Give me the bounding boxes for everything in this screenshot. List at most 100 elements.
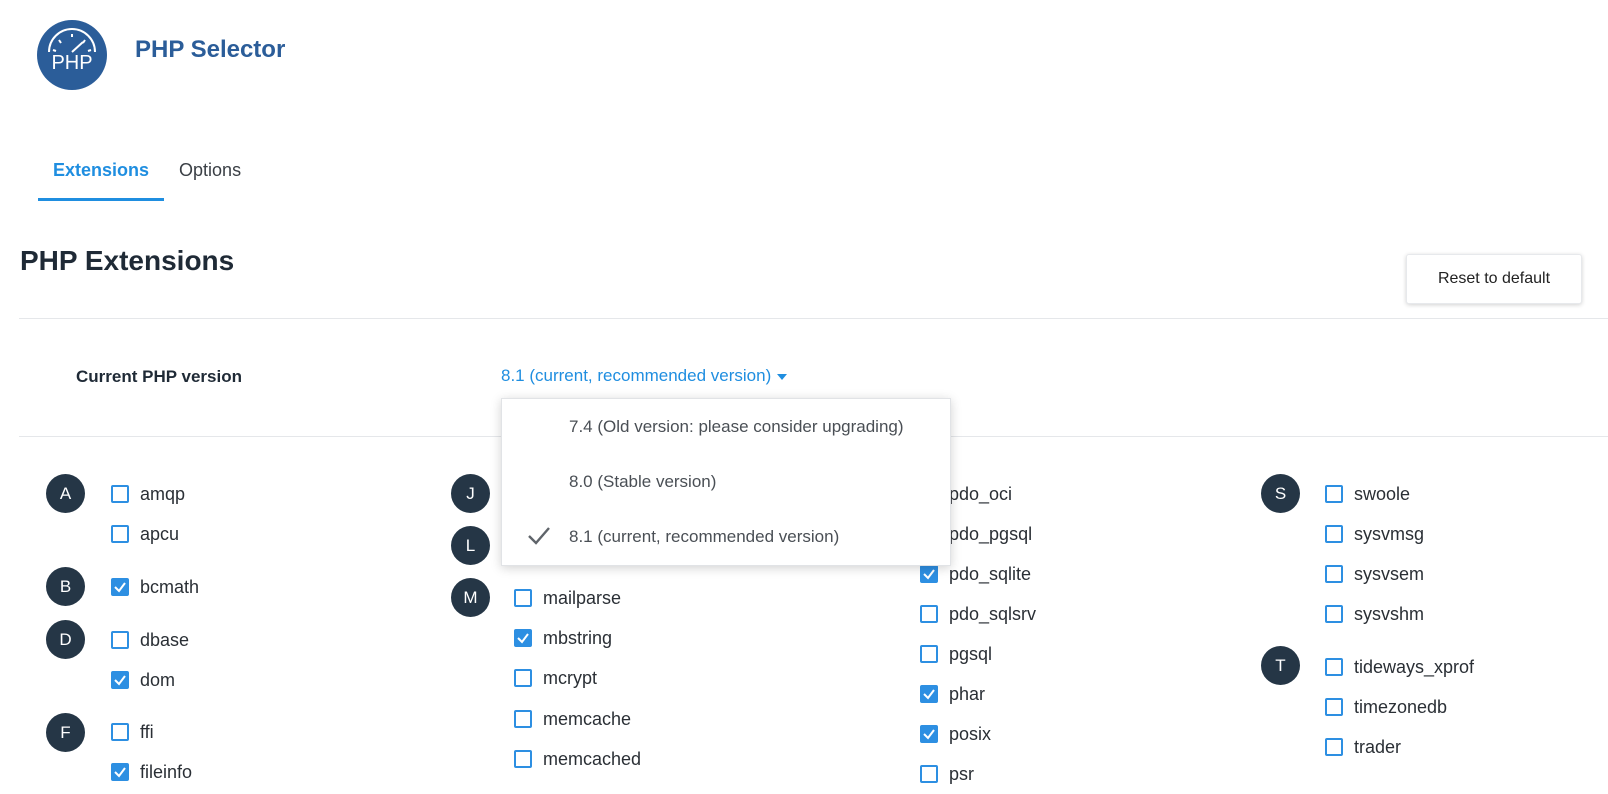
tab-bar: Extensions Options: [38, 150, 256, 201]
extension-item[interactable]: dom: [111, 668, 175, 692]
extension-checkbox[interactable]: [1325, 565, 1343, 583]
section-title: PHP Extensions: [20, 245, 235, 276]
extension-label: fileinfo: [140, 761, 193, 782]
extension-item[interactable]: psr: [920, 762, 974, 786]
extension-checkbox[interactable]: [1325, 698, 1343, 716]
extension-checkbox[interactable]: [1325, 658, 1343, 676]
extension-checkbox[interactable]: [1325, 525, 1343, 543]
extension-item[interactable]: posix: [920, 722, 991, 746]
divider: [19, 318, 1608, 319]
extension-label: dom: [140, 669, 176, 690]
letter-badge: J: [451, 474, 490, 513]
letter-badge: S: [1261, 474, 1300, 513]
extension-item[interactable]: amqp: [111, 482, 185, 506]
php-version-option[interactable]: 7.4 (Old version: please consider upgrad…: [502, 399, 950, 454]
extension-checkbox[interactable]: [514, 589, 532, 607]
letter-badge: D: [46, 620, 85, 659]
extension-checkbox[interactable]: [514, 629, 532, 647]
php-version-dropdown[interactable]: 8.1 (current, recommended version): [501, 366, 788, 386]
extension-label: amqp: [140, 483, 186, 504]
letter-badge: F: [46, 713, 85, 752]
extension-item[interactable]: trader: [1325, 735, 1401, 759]
extension-item[interactable]: memcached: [514, 747, 641, 771]
extension-label: memcached: [543, 748, 642, 769]
extension-checkbox[interactable]: [514, 669, 532, 687]
extension-checkbox[interactable]: [111, 723, 129, 741]
extension-label: psr: [949, 763, 975, 784]
extension-checkbox[interactable]: [111, 763, 129, 781]
extension-label: pgsql: [949, 643, 993, 664]
tab-extensions[interactable]: Extensions: [38, 150, 165, 201]
extension-item[interactable]: bcmath: [111, 575, 199, 599]
extension-checkbox[interactable]: [111, 485, 129, 503]
extension-checkbox[interactable]: [1325, 605, 1343, 623]
extension-checkbox[interactable]: [1325, 485, 1343, 503]
extension-item[interactable]: swoole: [1325, 482, 1410, 506]
extension-label: phar: [949, 683, 986, 704]
php-version-menu: 7.4 (Old version: please consider upgrad…: [501, 398, 951, 566]
extension-item[interactable]: mbstring: [514, 626, 612, 650]
php-version-option[interactable]: 8.1 (current, recommended version): [502, 509, 950, 564]
logo-text: PHP: [51, 52, 92, 74]
extension-label: ffi: [140, 721, 154, 742]
extension-checkbox[interactable]: [111, 671, 129, 689]
caret-down-icon: [777, 373, 788, 380]
extension-item[interactable]: ffi: [111, 720, 154, 744]
extension-item[interactable]: fileinfo: [111, 760, 192, 784]
extension-item[interactable]: memcache: [514, 707, 631, 731]
extension-checkbox[interactable]: [514, 710, 532, 728]
extension-label: swoole: [1354, 483, 1411, 504]
extension-item[interactable]: timezonedb: [1325, 695, 1447, 719]
extension-item[interactable]: sysvmsg: [1325, 522, 1424, 546]
php-version-label: Current PHP version: [76, 367, 242, 386]
extension-item[interactable]: dbase: [111, 628, 189, 652]
extension-label: pdo_sqlite: [949, 563, 1032, 584]
extension-label: apcu: [140, 523, 180, 544]
extension-label: trader: [1354, 736, 1402, 757]
extension-checkbox[interactable]: [514, 750, 532, 768]
letter-badge: A: [46, 474, 85, 513]
php-version-selected: 8.1 (current, recommended version): [501, 366, 772, 385]
extension-label: dbase: [140, 629, 190, 650]
extension-checkbox[interactable]: [111, 578, 129, 596]
extension-label: mailparse: [543, 587, 622, 608]
letter-badge: M: [451, 578, 490, 617]
extension-item[interactable]: apcu: [111, 522, 179, 546]
extension-checkbox[interactable]: [920, 685, 938, 703]
extension-item[interactable]: mailparse: [514, 586, 621, 610]
page-title: PHP Selector: [135, 36, 286, 63]
letter-badge: T: [1261, 646, 1300, 685]
extension-checkbox[interactable]: [920, 605, 938, 623]
extension-label: sysvsem: [1354, 563, 1425, 584]
extension-label: tideways_xprof: [1354, 656, 1475, 677]
extension-label: mcrypt: [543, 667, 597, 688]
extension-checkbox[interactable]: [111, 631, 129, 649]
extension-checkbox[interactable]: [920, 765, 938, 783]
extension-item[interactable]: sysvshm: [1325, 602, 1424, 626]
extension-label: pdo_pgsql: [949, 523, 1033, 544]
extension-checkbox[interactable]: [111, 525, 129, 543]
letter-badge: L: [451, 526, 490, 565]
extension-item[interactable]: mcrypt: [514, 666, 597, 690]
extension-label: pdo_oci: [949, 483, 1013, 504]
extension-item[interactable]: pdo_sqlsrv: [920, 602, 1036, 626]
extension-label: posix: [949, 723, 992, 744]
extension-label: sysvshm: [1354, 603, 1425, 624]
reset-to-default-button[interactable]: Reset to default: [1406, 254, 1582, 304]
tab-options[interactable]: Options: [164, 150, 256, 198]
extension-checkbox[interactable]: [920, 725, 938, 743]
php-logo-icon: PHP: [37, 20, 107, 90]
extension-item[interactable]: sysvsem: [1325, 562, 1424, 586]
extension-item[interactable]: phar: [920, 682, 985, 706]
extension-item[interactable]: tideways_xprof: [1325, 655, 1474, 679]
extension-checkbox[interactable]: [920, 565, 938, 583]
extension-label: memcache: [543, 708, 632, 729]
extension-label: sysvmsg: [1354, 523, 1425, 544]
extension-label: timezonedb: [1354, 696, 1448, 717]
extension-label: pdo_sqlsrv: [949, 603, 1037, 624]
extension-checkbox[interactable]: [920, 645, 938, 663]
extension-item[interactable]: pgsql: [920, 642, 992, 666]
php-version-option[interactable]: 8.0 (Stable version): [502, 454, 950, 509]
extension-checkbox[interactable]: [1325, 738, 1343, 756]
extension-label: mbstring: [543, 627, 613, 648]
